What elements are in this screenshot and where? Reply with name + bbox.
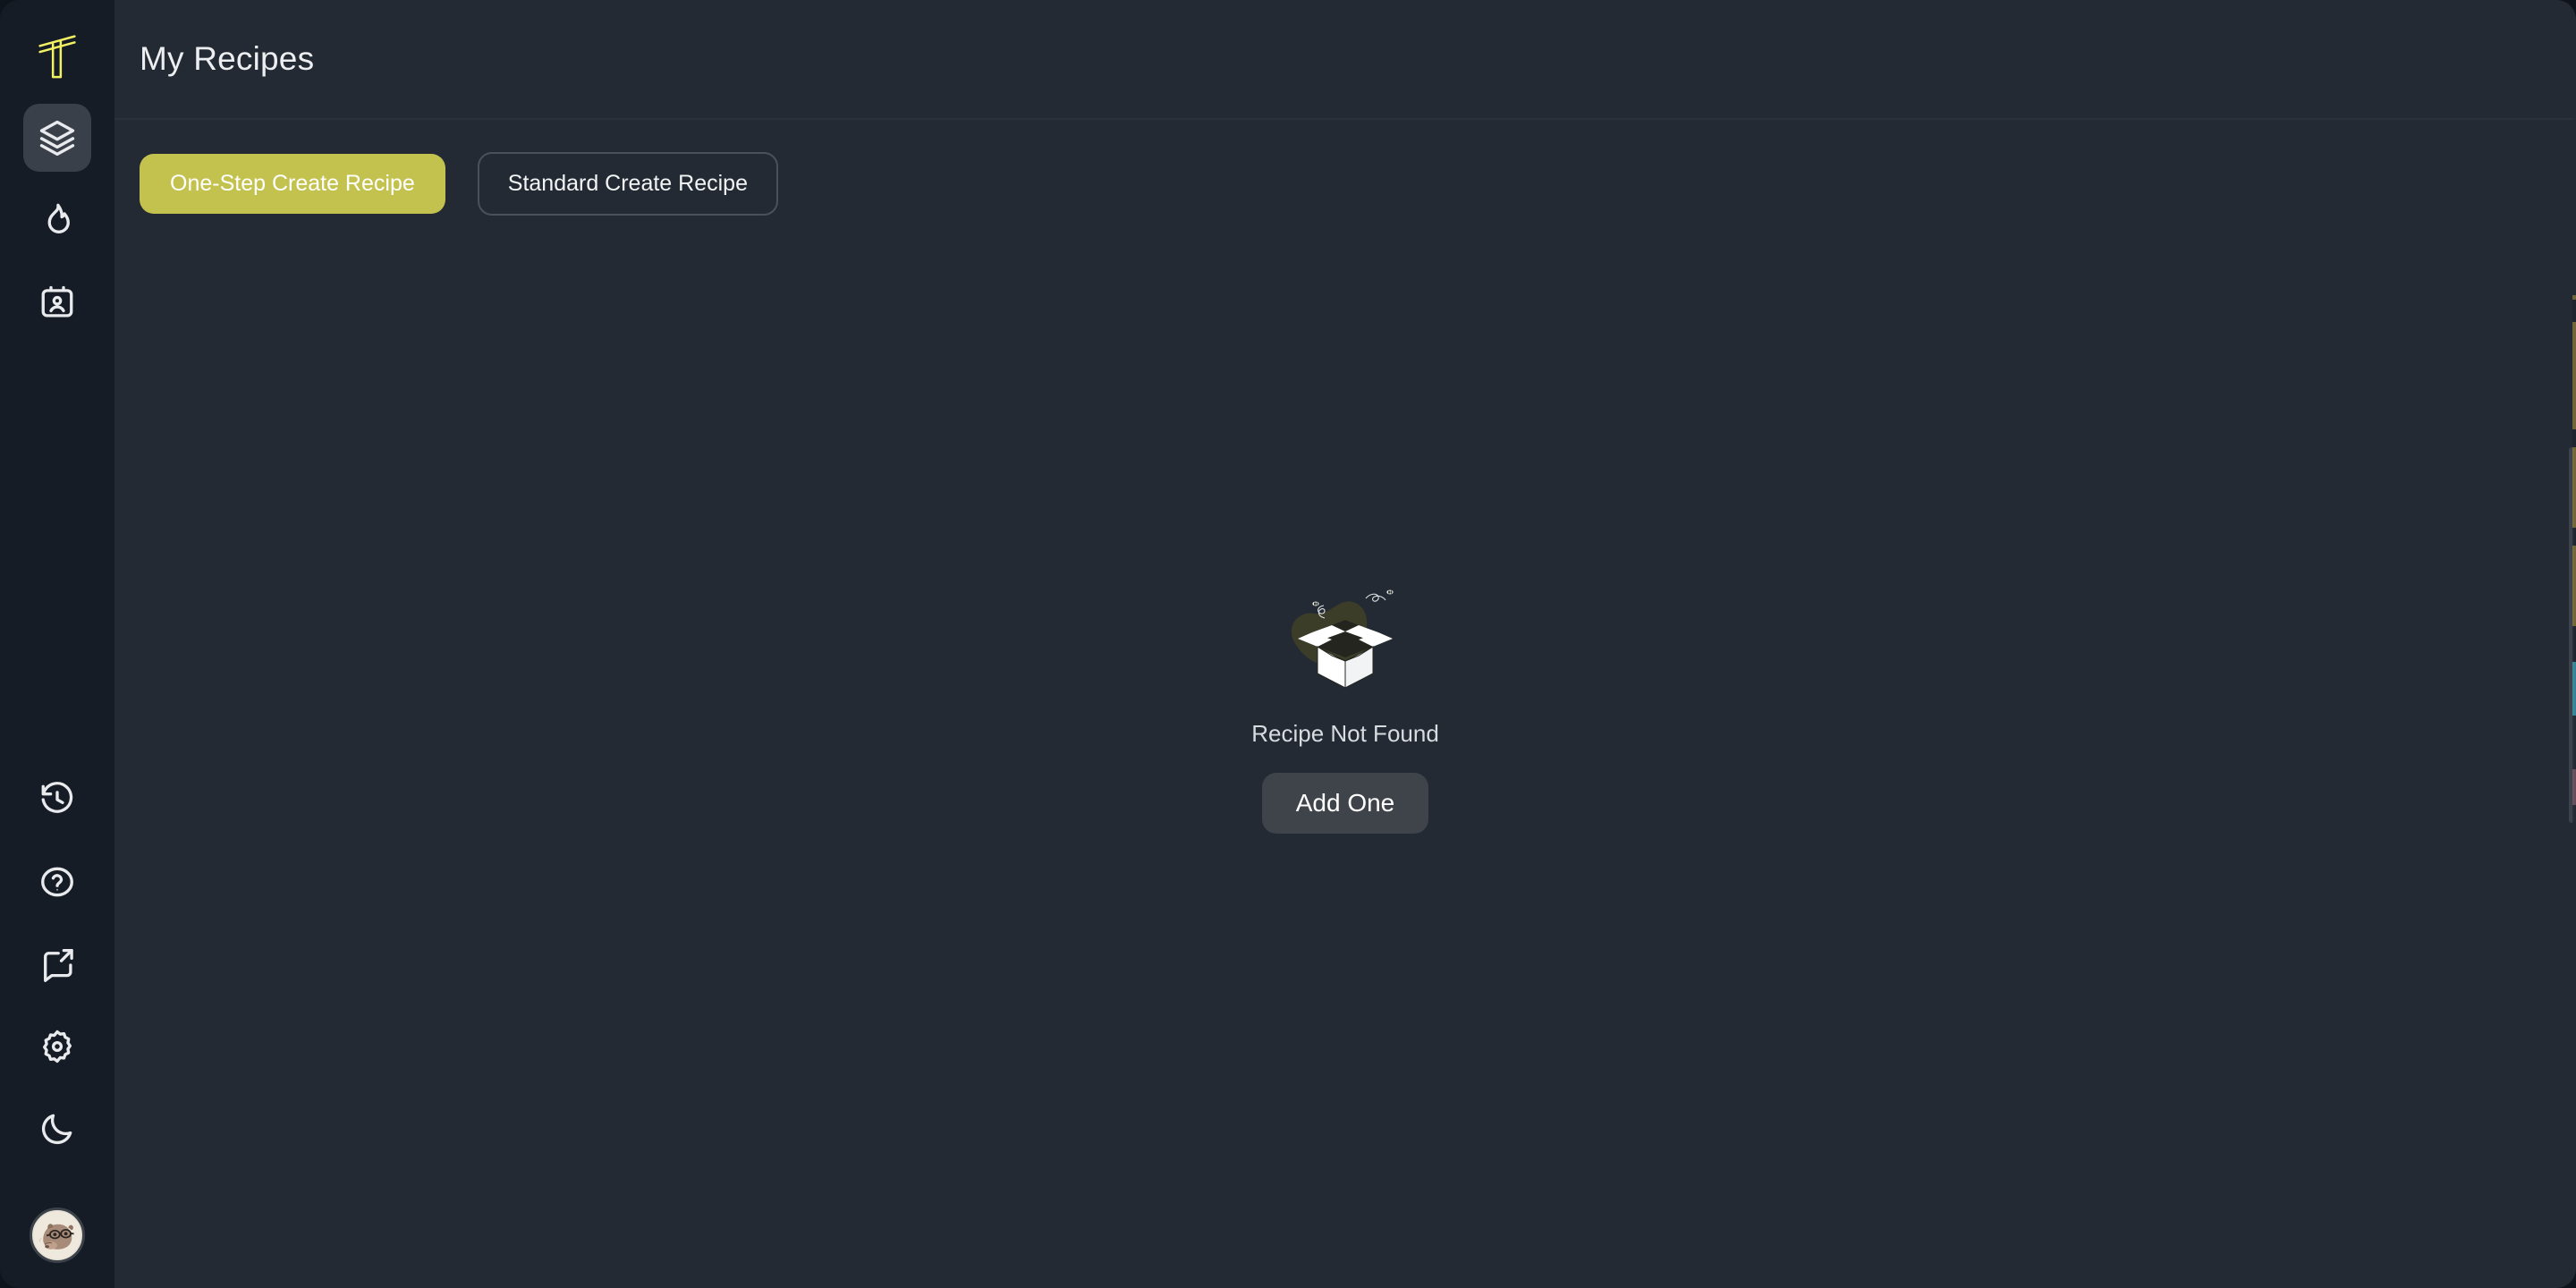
sidebar-item-theme-toggle[interactable] <box>23 1095 91 1163</box>
moon-icon <box>41 1114 72 1145</box>
main-content: My Recipes One-Step Create Recipe Standa… <box>114 0 2576 1288</box>
gear-icon <box>42 1030 72 1063</box>
sidebar-nav-bottom <box>23 766 91 1263</box>
page-header: My Recipes <box>114 0 2576 120</box>
one-step-create-recipe-button[interactable]: One-Step Create Recipe <box>140 154 445 214</box>
id-card-icon <box>41 285 73 318</box>
app-logo[interactable] <box>20 16 95 91</box>
sidebar-item-settings[interactable] <box>23 1013 91 1080</box>
empty-state: Recipe Not Found Add One <box>1251 563 1439 834</box>
empty-box-icon <box>1291 589 1394 689</box>
capybara-avatar <box>33 1211 81 1259</box>
sidebar <box>0 0 114 1288</box>
recipes-list-area: Recipe Not Found Add One <box>114 216 2576 1288</box>
flame-icon <box>47 203 70 233</box>
action-toolbar: One-Step Create Recipe Standard Create R… <box>114 120 2576 216</box>
sidebar-item-profile-card[interactable] <box>23 268 91 336</box>
sidebar-item-recipes[interactable] <box>23 104 91 172</box>
help-circle-icon <box>41 867 73 897</box>
sidebar-item-feedback[interactable] <box>23 930 91 998</box>
window-edge-strip <box>2572 0 2576 1288</box>
empty-state-message: Recipe Not Found <box>1251 720 1439 747</box>
sidebar-nav-top <box>23 104 91 336</box>
feedback-share-icon <box>44 948 73 982</box>
sidebar-item-history[interactable] <box>23 766 91 834</box>
page-title: My Recipes <box>140 40 315 77</box>
add-one-button[interactable]: Add One <box>1261 773 1429 834</box>
avatar[interactable] <box>30 1208 85 1263</box>
sidebar-item-trending[interactable] <box>23 186 91 254</box>
logo-t-mark <box>38 35 76 79</box>
sidebar-item-help[interactable] <box>23 848 91 916</box>
standard-create-recipe-button[interactable]: Standard Create Recipe <box>477 152 778 216</box>
app-window: My Recipes One-Step Create Recipe Standa… <box>0 0 2576 1288</box>
history-icon <box>41 782 73 813</box>
layers-icon <box>39 120 75 157</box>
